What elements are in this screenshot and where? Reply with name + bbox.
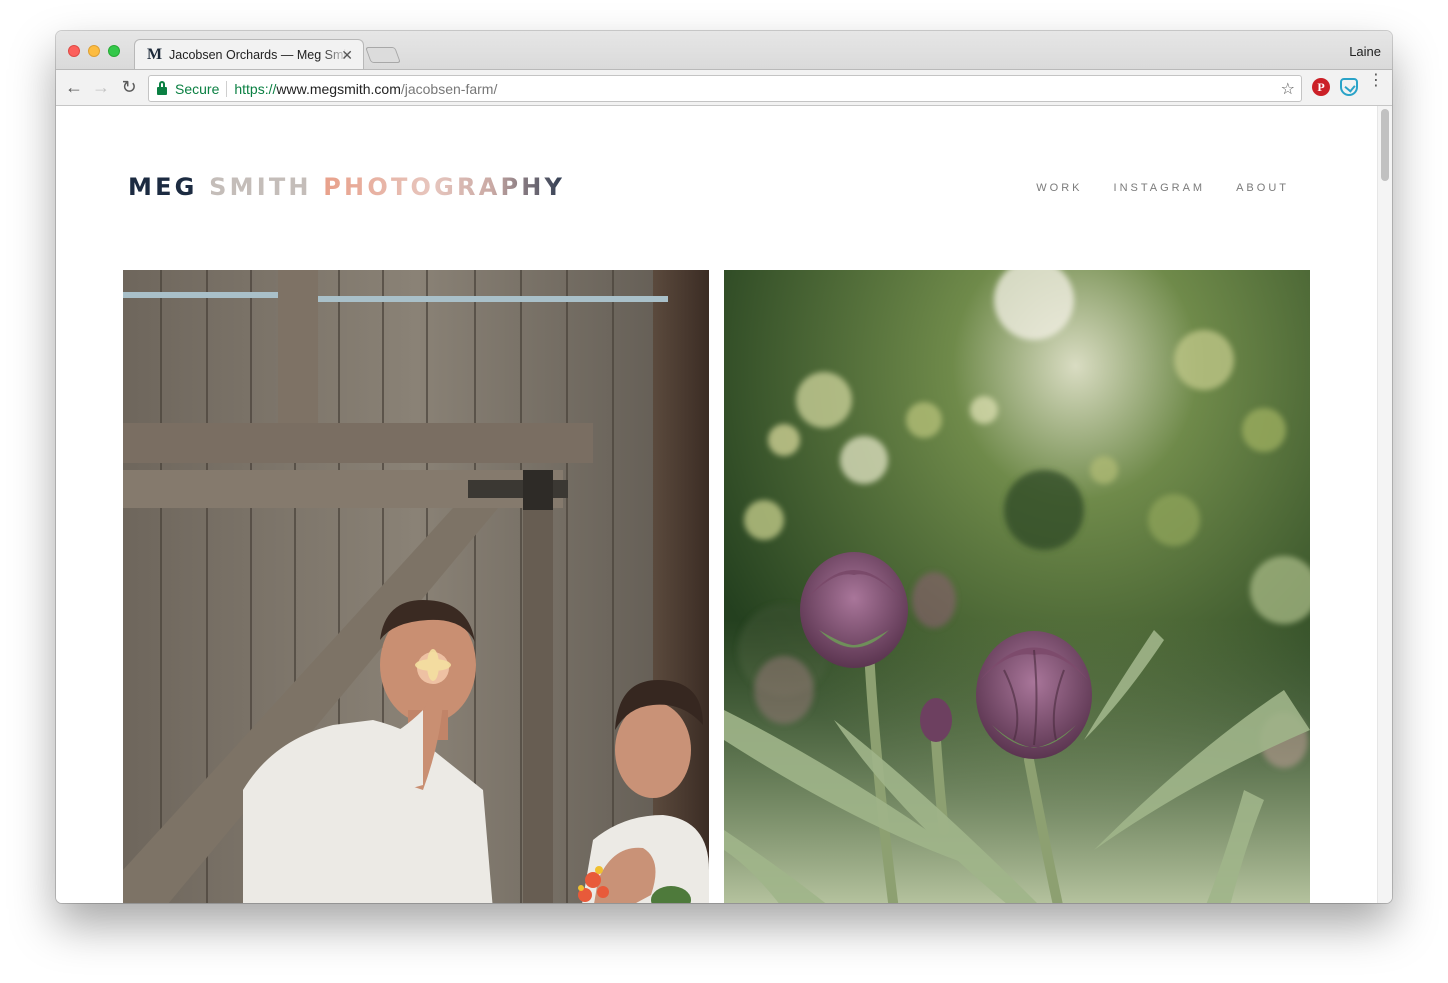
reload-icon[interactable]: ↻ [118, 77, 140, 97]
window-maximize-button[interactable] [108, 45, 120, 57]
browser-toolbar: ← → ↻ Secure https:// www.megsmith.com /… [56, 69, 1392, 106]
photo-artichokes-image [724, 270, 1310, 903]
scrollbar-thumb[interactable] [1381, 109, 1389, 181]
logo-word-meg: MEG [128, 173, 198, 201]
logo-word-photography: PHOTOGRAPHY [323, 173, 566, 201]
back-arrow-icon[interactable]: ← [63, 77, 85, 97]
tab-strip: M Jacobsen Orchards — Meg Smith ✕ Laine [56, 31, 1392, 70]
url-scheme: https:// [234, 80, 277, 97]
address-divider [226, 80, 228, 97]
nav-link-about[interactable]: ABOUT [1236, 182, 1289, 194]
nav-link-instagram[interactable]: INSTAGRAM [1114, 182, 1206, 194]
page-scrollbar[interactable] [1377, 106, 1392, 903]
new-tab-button[interactable] [365, 47, 401, 63]
lock-icon [157, 80, 167, 95]
forward-arrow-icon[interactable]: → [90, 77, 112, 97]
shield-icon[interactable] [1340, 78, 1358, 96]
photo-artichokes[interactable] [724, 270, 1310, 903]
tab-close-icon[interactable]: ✕ [341, 47, 353, 64]
profile-name[interactable]: Laine [1349, 44, 1381, 59]
menu-icon[interactable]: ⋮ [1368, 73, 1384, 89]
tab-title: Jacobsen Orchards — Meg Smith [169, 48, 349, 62]
site-nav: WORK INSTAGRAM ABOUT [1036, 182, 1289, 194]
pinterest-icon[interactable]: P [1312, 78, 1330, 96]
browser-tab-active[interactable]: M Jacobsen Orchards — Meg Smith ✕ [134, 39, 364, 70]
address-bar[interactable]: Secure https:// www.megsmith.com /jacobs… [148, 75, 1302, 102]
url-path: /jacobsen-farm/ [400, 80, 498, 97]
nav-link-work[interactable]: WORK [1036, 182, 1082, 194]
security-label: Secure [175, 80, 220, 97]
url-host: www.megsmith.com [276, 80, 401, 97]
window-minimize-button[interactable] [88, 45, 100, 57]
site-logo[interactable]: MEG SMITH PHOTOGRAPHY [128, 173, 565, 201]
site-favicon-icon: M [147, 46, 163, 63]
logo-word-smith: SMITH [209, 173, 312, 201]
bookmark-star-icon[interactable]: ☆ [1281, 79, 1295, 99]
browser-window: M Jacobsen Orchards — Meg Smith ✕ Laine … [56, 31, 1392, 903]
photo-chefs-barn-image [123, 270, 709, 903]
photo-chefs-barn[interactable] [123, 270, 709, 903]
window-close-button[interactable] [68, 45, 80, 57]
page-viewport: MEG SMITH PHOTOGRAPHY WORK INSTAGRAM ABO… [56, 106, 1392, 903]
